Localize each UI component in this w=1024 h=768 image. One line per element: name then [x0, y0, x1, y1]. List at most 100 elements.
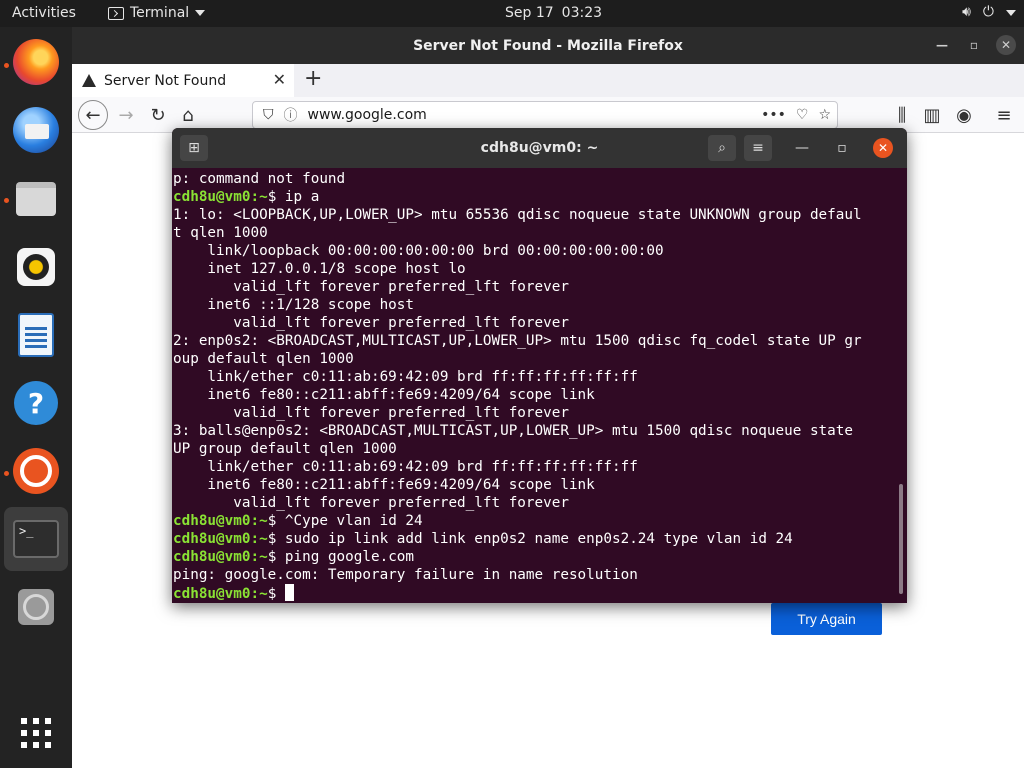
terminal-prompt: cdh8u@vm0:~ [173, 189, 268, 205]
clock-date: Sep 17 [505, 5, 554, 21]
maximize-button[interactable]: ▫ [964, 35, 984, 55]
window-title: Server Not Found - Mozilla Firefox [413, 37, 683, 54]
scrollbar[interactable] [899, 484, 903, 594]
ubuntu-icon [13, 448, 59, 494]
activities-button[interactable]: Activities [12, 5, 76, 21]
app-menu[interactable]: Terminal [108, 5, 206, 21]
terminal-text: inet6 fe80::c211:abff:fe69:4209/64 scope… [173, 387, 595, 403]
terminal-text: link/ether c0:11:ab:69:42:09 brd ff:ff:f… [173, 369, 638, 385]
url-text[interactable]: www.google.com [308, 107, 427, 123]
terminal-text: ^Cype vlan id 24 [276, 513, 423, 529]
account-icon[interactable]: ◉ [952, 103, 976, 127]
terminal-output-line: 3: balls@enp0s2: <BROADCAST,MULTICAST,UP… [173, 422, 893, 440]
terminal-output-line: inet6 fe80::c211:abff:fe69:4209/64 scope… [173, 386, 893, 404]
disc-icon [18, 589, 54, 625]
terminal-output-line: 2: enp0s2: <BROADCAST,MULTICAST,UP,LOWER… [173, 332, 893, 350]
back-button[interactable]: ← [78, 100, 108, 130]
dock-files[interactable] [10, 173, 62, 225]
search-icon[interactable]: ⌕ [708, 135, 736, 161]
terminal-text: link/ether c0:11:ab:69:42:09 brd ff:ff:f… [173, 459, 638, 475]
terminal-text: p: command not found [173, 171, 346, 187]
dock-firefox[interactable] [10, 36, 62, 88]
prompt-char: $ [267, 531, 277, 547]
bookmark-star-icon[interactable]: ☆ [818, 107, 831, 123]
pocket-icon[interactable]: ♡ [796, 107, 809, 123]
terminal-output-line: link/loopback 00:00:00:00:00:00 brd 00:0… [173, 242, 893, 260]
reload-button[interactable]: ↻ [146, 103, 170, 127]
terminal-text: 2: enp0s2: <BROADCAST,MULTICAST,UP,LOWER… [173, 333, 862, 349]
volume-icon[interactable]: 🔊︎ [962, 4, 971, 20]
running-indicator [4, 63, 9, 68]
power-icon[interactable]: ⏻ [983, 4, 994, 20]
terminal-text: valid_lft forever preferred_lft forever [173, 315, 569, 331]
dock-help[interactable]: ? [10, 377, 62, 429]
thunderbird-icon [13, 107, 59, 153]
firefox-titlebar: Server Not Found - Mozilla Firefox — ▫ ✕ [72, 27, 1024, 64]
dock-writer[interactable] [10, 309, 62, 361]
close-button[interactable]: ✕ [996, 35, 1016, 55]
terminal-text: t qlen 1000 [173, 225, 268, 241]
terminal-title: cdh8u@vm0: ~ [480, 140, 599, 156]
terminal-text: ip a [276, 189, 320, 205]
terminal-text: inet 127.0.0.1/8 scope host lo [173, 261, 466, 277]
terminal-output-line: link/ether c0:11:ab:69:42:09 brd ff:ff:f… [173, 368, 893, 386]
dock-disc[interactable] [10, 581, 62, 633]
new-tab-icon[interactable]: ⊞ [180, 135, 208, 161]
minimize-button[interactable]: — [788, 135, 816, 161]
maximize-button[interactable]: ▫ [828, 135, 856, 161]
close-button[interactable]: ✕ [873, 138, 893, 158]
url-bar[interactable]: ⛉ ⓘ www.google.com ••• ♡ ☆ [252, 101, 838, 129]
close-tab-icon[interactable]: ✕ [273, 70, 286, 89]
page-actions-icon[interactable]: ••• [761, 107, 786, 123]
forward-button[interactable]: → [114, 103, 138, 127]
top-bar: Activities Terminal Sep 17 03:23 🔊︎ ⏻ [0, 0, 1024, 27]
library-icon[interactable]: ⫼ [890, 103, 914, 127]
terminal-output-line: inet 127.0.0.1/8 scope host lo [173, 260, 893, 278]
terminal-text: UP group default qlen 1000 [173, 441, 397, 457]
terminal-command-line: cdh8u@vm0:~$ ^Cype vlan id 24 [173, 512, 893, 530]
terminal-output-line: UP group default qlen 1000 [173, 440, 893, 458]
system-tray[interactable]: 🔊︎ ⏻ [962, 4, 1016, 20]
terminal-output-line: valid_lft forever preferred_lft forever [173, 494, 893, 512]
new-tab-button[interactable]: + [304, 66, 322, 91]
terminal-window: ⊞ cdh8u@vm0: ~ ⌕ ≡ — ▫ ✕ p: command not … [172, 128, 907, 603]
terminal-output-line: inet6 fe80::c211:abff:fe69:4209/64 scope… [173, 476, 893, 494]
sidebar-icon[interactable]: ▥ [920, 103, 944, 127]
shield-icon[interactable]: ⛉ [263, 107, 274, 123]
terminal-output-line: 1: lo: <LOOPBACK,UP,LOWER_UP> mtu 65536 … [173, 206, 893, 224]
dock-ubuntu-software[interactable] [10, 445, 62, 497]
show-applications-button[interactable] [10, 707, 62, 759]
terminal-command-line: cdh8u@vm0:~$ sudo ip link add link enp0s… [173, 530, 893, 548]
terminal-prompt: cdh8u@vm0:~ [173, 531, 268, 547]
terminal-text: 3: balls@enp0s2: <BROADCAST,MULTICAST,UP… [173, 423, 853, 439]
files-icon [16, 182, 56, 216]
terminal-headerbar: ⊞ cdh8u@vm0: ~ ⌕ ≡ — ▫ ✕ [172, 128, 907, 168]
terminal-output[interactable]: p: command not found cdh8u@vm0:~$ ip a 1: … [173, 170, 893, 602]
terminal-text: oup default qlen 1000 [173, 351, 354, 367]
firefox-icon [13, 39, 59, 85]
info-icon[interactable]: ⓘ [284, 105, 298, 125]
terminal-output-line: p: command not found [173, 170, 893, 188]
terminal-text: link/loopback 00:00:00:00:00:00 brd 00:0… [173, 243, 664, 259]
terminal-command-line: cdh8u@vm0:~$ [173, 584, 893, 602]
dock-rhythmbox[interactable] [10, 241, 62, 293]
chevron-down-icon[interactable] [1006, 10, 1016, 16]
home-button[interactable]: ⌂ [176, 103, 200, 127]
dock-terminal[interactable]: >_ [4, 507, 68, 571]
terminal-text: valid_lft forever preferred_lft forever [173, 405, 569, 421]
terminal-cursor [284, 584, 294, 601]
minimize-button[interactable]: — [932, 35, 952, 55]
terminal-text: valid_lft forever preferred_lft forever [173, 495, 569, 511]
app-grid-icon [21, 718, 51, 748]
terminal-output-line: valid_lft forever preferred_lft forever [173, 314, 893, 332]
hamburger-menu-icon[interactable]: ≡ [744, 135, 772, 161]
clock[interactable]: Sep 17 03:23 [505, 5, 602, 21]
dock-thunderbird[interactable] [10, 104, 62, 156]
terminal-text: 1: lo: <LOOPBACK,UP,LOWER_UP> mtu 65536 … [173, 207, 862, 223]
terminal-output-line: valid_lft forever preferred_lft forever [173, 278, 893, 296]
terminal-output-line: t qlen 1000 [173, 224, 893, 242]
tab-server-not-found[interactable]: Server Not Found ✕ [72, 64, 294, 97]
try-again-button[interactable]: Try Again [771, 603, 882, 635]
menu-icon[interactable]: ≡ [992, 103, 1016, 127]
